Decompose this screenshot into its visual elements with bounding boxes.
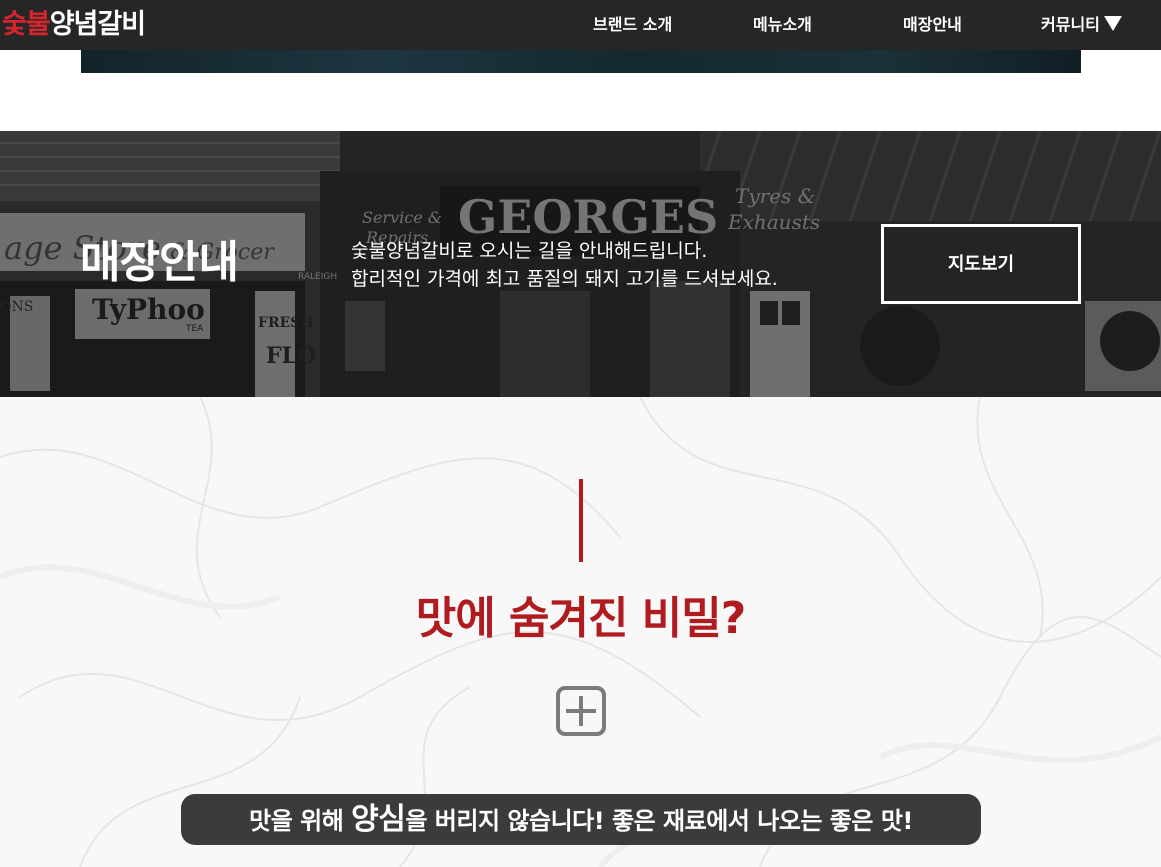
slider-image-strip <box>81 50 1081 73</box>
view-map-button[interactable]: 지도보기 <box>881 224 1081 304</box>
dropdown-triangle-icon <box>1103 16 1122 31</box>
nav-brand-intro[interactable]: 브랜드 소개 <box>593 14 672 36</box>
store-info-banner: GEORGES Tyres & Exhausts Service & Repai… <box>0 131 1161 397</box>
expand-plus-button[interactable] <box>556 686 606 736</box>
secret-section-title: 맛에 숨겨진 비밀? <box>415 593 747 644</box>
nav-menu-intro[interactable]: 메뉴소개 <box>753 14 812 36</box>
secret-of-taste-section: 맛에 숨겨진 비밀? 맛을 위해 양심을 버리지 않습니다! 좋은 재료에서 나… <box>0 397 1161 867</box>
slogan-text-pre: 맛을 위해 <box>249 807 352 835</box>
brand-logo[interactable]: 숯불양념갈비 <box>2 5 146 45</box>
slogan-banner: 맛을 위해 양심을 버리지 않습니다! 좋은 재료에서 나오는 좋은 맛! <box>181 794 981 845</box>
plus-icon-vertical <box>579 696 583 726</box>
page: 숯불양념갈비 브랜드 소개 메뉴소개 매장안내 커뮤니티 GEORGES Tyr… <box>0 0 1161 867</box>
slogan-highlight: 양심 <box>351 802 406 837</box>
store-description-line-1: 숯불양념갈비로 오시는 길을 안내해드립니다. <box>351 240 708 262</box>
top-navigation-bar: 숯불양념갈비 브랜드 소개 메뉴소개 매장안내 커뮤니티 <box>0 0 1161 50</box>
nav-community[interactable]: 커뮤니티 <box>1041 14 1122 36</box>
store-description-line-2: 합리적인 가격에 최고 품질의 돼지 고기를 드셔보세요. <box>351 268 778 290</box>
accent-red-bar <box>579 479 583 562</box>
logo-red-text: 숯불 <box>2 9 51 40</box>
nav-community-label: 커뮤니티 <box>1041 15 1100 34</box>
nav-store-info[interactable]: 매장안내 <box>903 14 962 36</box>
store-section-title: 매장안내 <box>80 237 239 288</box>
logo-white-text: 양념갈비 <box>49 9 146 40</box>
store-description: 숯불양념갈비로 오시는 길을 안내해드립니다. 합리적인 가격에 최고 품질의 … <box>351 237 871 293</box>
slogan-text-post: 을 버리지 않습니다! 좋은 재료에서 나오는 좋은 맛! <box>405 807 913 835</box>
